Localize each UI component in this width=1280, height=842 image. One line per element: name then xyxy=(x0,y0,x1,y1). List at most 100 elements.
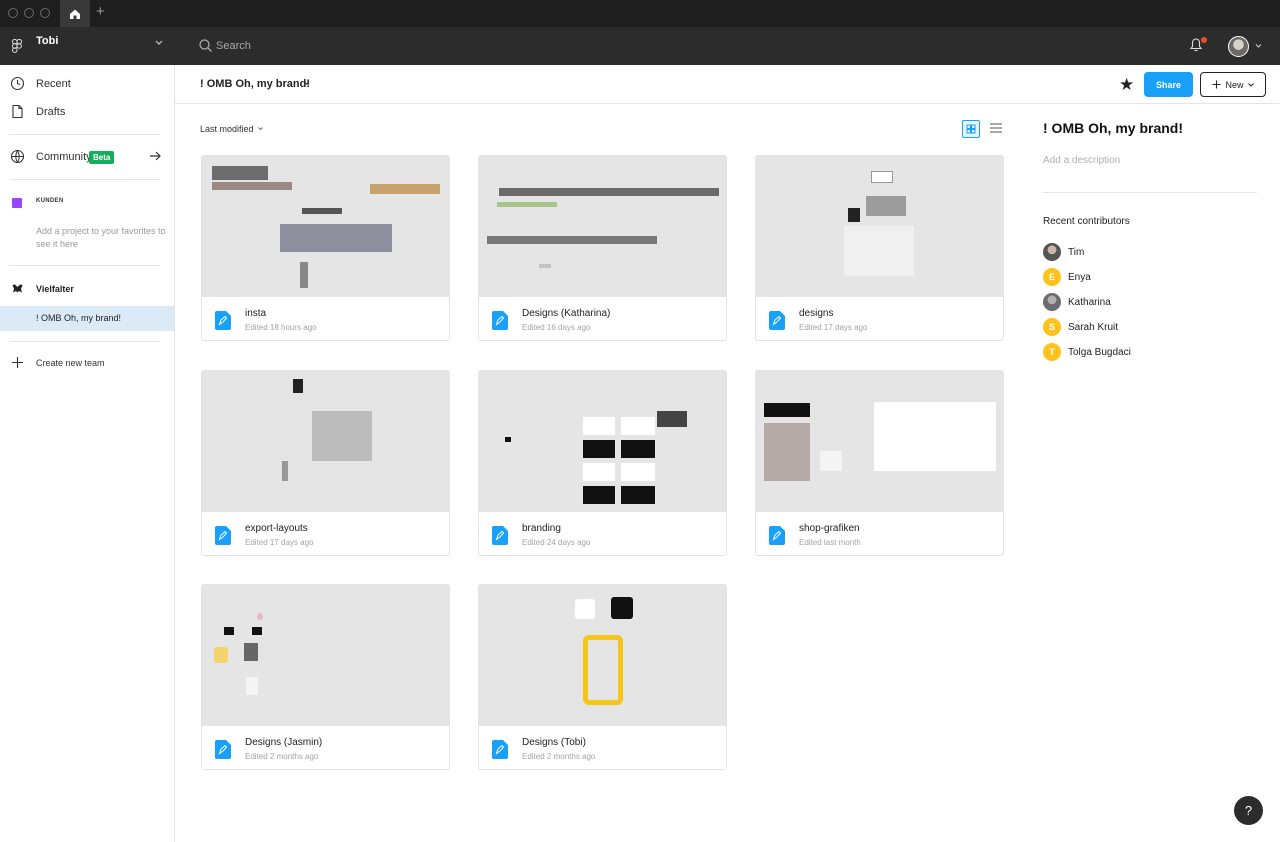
avatar xyxy=(1043,293,1061,311)
contributor-item: Tim xyxy=(1043,243,1084,261)
search-icon xyxy=(199,39,212,52)
sidebar: Recent Drafts Community Beta KUNDEN Add … xyxy=(0,65,175,842)
tab-home[interactable] xyxy=(60,0,90,27)
sidebar-item-label: Drafts xyxy=(36,106,66,118)
globe-icon xyxy=(10,149,25,164)
new-button[interactable]: New xyxy=(1200,72,1266,97)
favorite-star-icon[interactable]: ★ xyxy=(1119,75,1134,95)
file-card[interactable]: Designs (Jasmin) Edited 2 months ago xyxy=(201,584,450,770)
file-card[interactable]: Designs (Tobi) Edited 2 months ago xyxy=(478,584,727,770)
team-vielfalter-icon xyxy=(12,284,23,293)
file-card[interactable]: shop-grafiken Edited last month xyxy=(755,370,1004,556)
share-button[interactable]: Share xyxy=(1144,72,1193,97)
contributors-heading: Recent contributors xyxy=(1043,216,1130,227)
file-thumbnail xyxy=(479,585,726,726)
favorites-hint: Add a project to your favorites to see i… xyxy=(36,226,166,249)
sidebar-item-drafts[interactable]: Drafts xyxy=(0,99,174,125)
plus-icon xyxy=(12,357,23,368)
notification-dot xyxy=(1201,37,1207,43)
sidebar-item-label: ! OMB Oh, my brand! xyxy=(36,313,122,323)
sidebar-item-recent[interactable]: Recent xyxy=(0,71,174,97)
file-edited-time: Edited last month xyxy=(799,538,861,547)
figma-logo-icon xyxy=(12,39,22,53)
divider xyxy=(10,179,160,180)
home-icon xyxy=(70,9,80,19)
file-thumbnail xyxy=(202,371,449,512)
file-icon xyxy=(12,104,23,119)
window-close-button[interactable] xyxy=(8,8,18,18)
avatar xyxy=(1043,243,1061,261)
divider xyxy=(10,134,160,135)
file-edited-time: Edited 2 months ago xyxy=(245,752,319,761)
new-tab-button[interactable]: + xyxy=(96,3,105,20)
sidebar-item-active-project[interactable]: ! OMB Oh, my brand! xyxy=(0,306,174,331)
contributor-name: Katharina xyxy=(1068,296,1111,308)
file-name: designs xyxy=(799,308,834,319)
window-minimize-button[interactable] xyxy=(24,8,34,18)
file-name: Designs (Jasmin) xyxy=(245,737,323,748)
title-bar: + xyxy=(0,0,1280,27)
file-card[interactable]: designs Edited 17 days ago xyxy=(755,155,1004,341)
project-header: ! OMB Oh, my brand! ★ Share New xyxy=(175,65,1280,104)
file-thumbnail xyxy=(202,585,449,726)
chevron-down-icon[interactable] xyxy=(258,127,263,130)
file-name: export-layouts xyxy=(245,523,308,534)
design-file-icon xyxy=(215,526,231,545)
divider xyxy=(1043,192,1257,193)
sidebar-item-community[interactable]: Community Beta xyxy=(0,144,174,170)
file-card[interactable]: export-layouts Edited 17 days ago xyxy=(201,370,450,556)
file-thumbnail xyxy=(202,156,449,297)
user-avatar[interactable] xyxy=(1228,36,1249,57)
favorite-project-kunden[interactable]: KUNDEN xyxy=(36,198,63,204)
design-file-icon xyxy=(215,740,231,759)
clock-icon xyxy=(10,76,25,91)
file-thumbnail xyxy=(756,156,1003,297)
create-new-team-button[interactable]: Create new team xyxy=(0,350,174,376)
design-file-icon xyxy=(492,740,508,759)
file-name: insta xyxy=(245,308,267,319)
contributor-item: S Sarah Kruit xyxy=(1043,318,1118,336)
avatar: T xyxy=(1043,343,1061,361)
design-file-icon xyxy=(769,526,785,545)
contributor-name: Sarah Kruit xyxy=(1068,321,1119,333)
new-button-label: New xyxy=(1225,79,1244,90)
list-view-icon[interactable] xyxy=(989,121,1003,135)
sort-dropdown[interactable]: Last modified xyxy=(200,124,254,134)
file-name: Designs (Tobi) xyxy=(522,737,586,748)
top-bar: Tobi xyxy=(0,27,1280,65)
contributor-name: Enya xyxy=(1068,271,1091,283)
sidebar-item-label: Community xyxy=(36,151,92,163)
sidebar-item-label: Create new team xyxy=(36,358,105,368)
design-file-icon xyxy=(769,311,785,330)
file-card[interactable]: branding Edited 24 days ago xyxy=(478,370,727,556)
sidebar-team-vielfalter[interactable]: Vielfalter xyxy=(36,284,74,294)
design-file-icon xyxy=(492,311,508,330)
plus-icon xyxy=(1212,80,1221,89)
team-switcher[interactable]: Tobi xyxy=(36,35,58,47)
grid-view-toggle[interactable] xyxy=(962,120,980,138)
file-name: Designs (Katharina) xyxy=(522,308,611,319)
file-name: branding xyxy=(522,523,561,534)
chevron-down-icon[interactable] xyxy=(303,81,310,85)
file-card[interactable]: Designs (Katharina) Edited 16 days ago xyxy=(478,155,727,341)
details-title: ! OMB Oh, my brand! xyxy=(1043,120,1183,136)
file-edited-time: Edited 17 days ago xyxy=(245,538,314,547)
description-field[interactable]: Add a description xyxy=(1043,155,1120,166)
chevron-down-icon[interactable] xyxy=(155,40,163,45)
contributor-item: Katharina xyxy=(1043,293,1111,311)
avatar: E xyxy=(1043,268,1061,286)
project-color-swatch xyxy=(12,198,22,208)
window-zoom-button[interactable] xyxy=(40,8,50,18)
contributor-name: Tolga Bugdaci xyxy=(1068,346,1131,358)
contributor-item: T Tolga Bugdaci xyxy=(1043,343,1131,361)
search-input[interactable] xyxy=(216,36,516,56)
file-edited-time: Edited 24 days ago xyxy=(522,538,591,547)
chevron-down-icon[interactable] xyxy=(1255,44,1262,48)
design-file-icon xyxy=(215,311,231,330)
help-button[interactable]: ? xyxy=(1234,796,1263,825)
arrow-right-icon xyxy=(150,151,161,161)
file-name: shop-grafiken xyxy=(799,523,860,534)
project-title-menu[interactable]: ! OMB Oh, my brand! xyxy=(200,78,310,90)
design-file-icon xyxy=(492,526,508,545)
file-card[interactable]: insta Edited 18 hours ago xyxy=(201,155,450,341)
